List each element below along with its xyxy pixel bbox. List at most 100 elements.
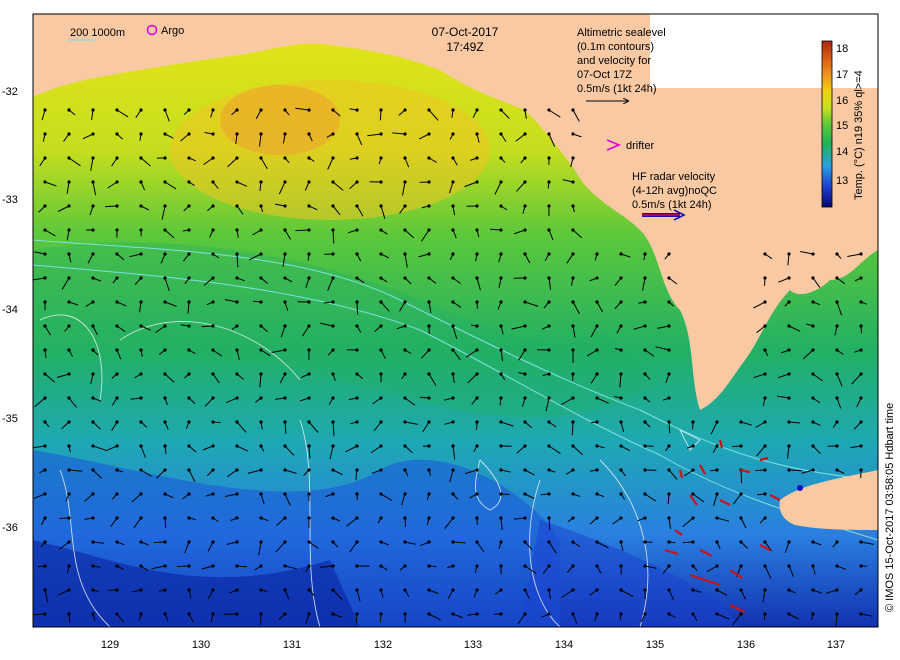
velocity-origin-dot [739,612,743,616]
velocity-origin-dot [163,612,167,616]
velocity-arrow [33,613,46,616]
velocity-origin-dot [619,540,623,544]
velocity-origin-dot [211,252,215,256]
velocity-origin-dot [91,612,95,616]
velocity-origin-dot [235,492,239,496]
velocity-origin-dot [691,564,695,568]
velocity-origin-dot [571,468,575,472]
velocity-origin-dot [43,396,47,400]
velocity-origin-dot [211,228,215,232]
velocity-origin-dot [67,612,71,616]
velocity-origin-dot [43,156,47,160]
velocity-origin-dot [619,564,623,568]
velocity-origin-dot [499,612,503,616]
velocity-origin-dot [763,516,767,520]
velocity-origin-dot [91,420,95,424]
velocity-origin-dot [67,324,71,328]
velocity-origin-dot [643,348,647,352]
velocity-origin-dot [691,420,695,424]
velocity-origin-dot [307,324,311,328]
velocity-origin-dot [259,588,263,592]
velocity-origin-dot [571,180,575,184]
velocity-origin-dot [211,612,215,616]
velocity-origin-dot [859,276,863,280]
velocity-origin-dot [355,228,359,232]
velocity-origin-dot [811,348,815,352]
velocity-origin-dot [403,156,407,160]
velocity-origin-dot [43,420,47,424]
credit-text: © IMOS 15-Oct-2017 03:58:05 Hdbart time [884,403,896,612]
velocity-origin-dot [355,372,359,376]
velocity-origin-dot [835,348,839,352]
velocity-origin-dot [835,252,839,256]
velocity-origin-dot [307,276,311,280]
velocity-origin-dot [139,612,143,616]
velocity-origin-dot [667,252,671,256]
velocity-origin-dot [403,396,407,400]
velocity-origin-dot [595,420,599,424]
velocity-origin-dot [451,348,455,352]
velocity-origin-dot [187,252,191,256]
velocity-origin-dot [667,348,671,352]
velocity-origin-dot [835,468,839,472]
velocity-origin-dot [403,276,407,280]
velocity-origin-dot [355,252,359,256]
velocity-origin-dot [67,396,71,400]
velocity-origin-dot [403,132,407,136]
lon-label-135: 135 [646,639,664,651]
velocity-origin-dot [571,396,575,400]
velocity-origin-dot [139,420,143,424]
velocity-origin-dot [115,540,119,544]
velocity-origin-dot [547,324,551,328]
velocity-origin-dot [67,372,71,376]
velocity-origin-dot [499,444,503,448]
velocity-origin-dot [139,540,143,544]
velocity-origin-dot [763,612,767,616]
velocity-origin-dot [763,276,767,280]
velocity-origin-dot [475,204,479,208]
velocity-origin-dot [499,324,503,328]
velocity-origin-dot [451,444,455,448]
velocity-origin-dot [91,588,95,592]
velocity-origin-dot [283,252,287,256]
velocity-origin-dot [643,588,647,592]
velocity-origin-dot [67,156,71,160]
velocity-origin-dot [115,396,119,400]
velocity-origin-dot [667,540,671,544]
velocity-origin-dot [475,588,479,592]
colorbar-tick-15: 15 [836,120,848,132]
velocity-origin-dot [427,324,431,328]
velocity-origin-dot [427,108,431,112]
velocity-origin-dot [187,468,191,472]
lon-label-131: 131 [283,639,301,651]
velocity-origin-dot [163,180,167,184]
isobath-legend-label: 200 1000m [70,27,125,39]
velocity-origin-dot [811,564,815,568]
velocity-origin-dot [547,468,551,472]
velocity-origin-dot [595,372,599,376]
velocity-origin-dot [403,588,407,592]
velocity-origin-dot [331,444,335,448]
velocity-origin-dot [811,396,815,400]
lat-label-35: -35 [2,413,18,425]
velocity-origin-dot [499,468,503,472]
velocity-origin-dot [523,444,527,448]
velocity-origin-dot [115,300,119,304]
velocity-origin-dot [619,420,623,424]
velocity-origin-dot [811,276,815,280]
velocity-arrow [548,517,551,530]
velocity-origin-dot [139,204,143,208]
velocity-origin-dot [427,444,431,448]
velocity-origin-dot [187,612,191,616]
velocity-origin-dot [547,300,551,304]
map-time: 17:49Z [446,40,483,54]
velocity-origin-dot [499,276,503,280]
velocity-origin-dot [475,348,479,352]
velocity-origin-dot [475,564,479,568]
velocity-origin-dot [715,444,719,448]
velocity-origin-dot [283,588,287,592]
velocity-origin-dot [523,348,527,352]
velocity-origin-dot [187,324,191,328]
velocity-origin-dot [427,276,431,280]
velocity-origin-dot [619,324,623,328]
